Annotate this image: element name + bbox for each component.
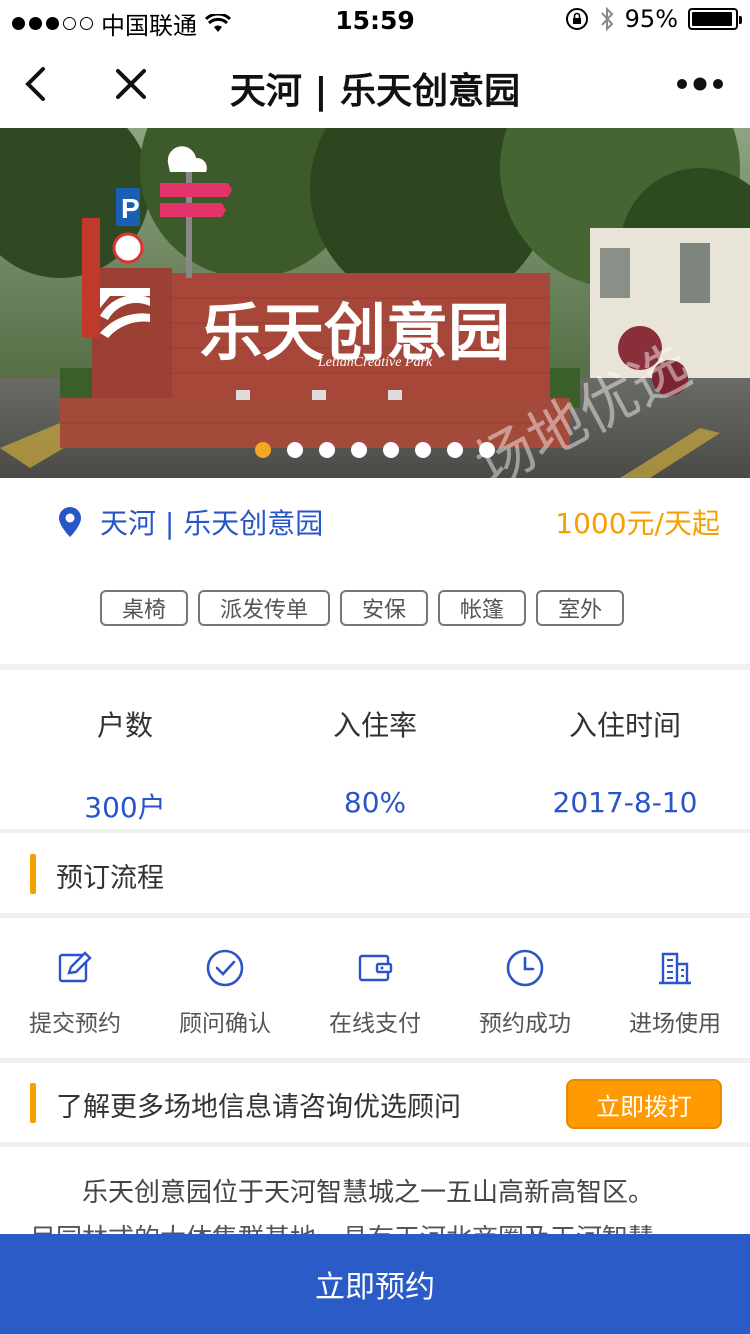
carousel-dot[interactable] <box>255 442 271 458</box>
divider <box>0 1142 750 1147</box>
divider <box>0 664 750 670</box>
stat-value: 300户 <box>84 791 166 824</box>
rotation-lock-icon <box>565 8 588 30</box>
stat-value: 2017-8-10 <box>552 786 698 819</box>
more-icon <box>677 77 723 91</box>
building-icon <box>659 952 691 985</box>
booking-step-label: 顾问确认 <box>179 1011 271 1037</box>
photo-carousel[interactable]: 乐天创意园 LetianCreative Park P 场地优选 <box>0 128 750 478</box>
stat-column: 入住时间 2017-8-10 <box>500 672 750 819</box>
sign-subtitle: LetianCreative Park <box>317 355 433 370</box>
svg-text:P: P <box>121 193 140 224</box>
booking-process-title: 预订流程 <box>56 863 164 894</box>
bluetooth-icon <box>600 6 614 32</box>
venue-tag: 派发传单 <box>198 590 331 626</box>
status-bar: 中国联通 15:59 95% <box>0 0 750 40</box>
stat-value: 80% <box>343 786 407 819</box>
status-left: 中国联通 <box>12 6 231 41</box>
section-accent-bar <box>30 1083 36 1123</box>
venue-tag: 桌椅 <box>100 590 189 626</box>
nav-bar: 天河 | 乐天创意园 <box>0 40 750 128</box>
venue-stats: 户数 300户 入住率 80% 入住时间 2017-8-10 <box>0 672 750 830</box>
booking-step-label: 提交预约 <box>29 1011 121 1037</box>
wallet-icon <box>358 954 393 982</box>
battery-fill <box>692 12 732 26</box>
carousel-dot[interactable] <box>319 442 335 458</box>
signal-strength-icon <box>12 17 93 30</box>
stat-label: 入住时间 <box>568 709 681 742</box>
carousel-dot[interactable] <box>383 442 399 458</box>
carousel-dot[interactable] <box>447 442 463 458</box>
status-right: 95% <box>565 5 742 33</box>
description-line-1: 乐天创意园位于天河智慧城之一五山高新高智区。 <box>82 1178 655 1208</box>
booking-step: 在线支付 <box>300 918 450 1038</box>
booking-step-label: 预约成功 <box>479 1011 571 1037</box>
venue-price: 1000元/天起 <box>555 507 720 540</box>
carousel-dot[interactable] <box>287 442 303 458</box>
booking-step: 顾问确认 <box>150 918 300 1038</box>
venue-tag: 帐篷 <box>438 590 527 626</box>
edit-icon <box>58 951 92 983</box>
divider <box>0 829 750 833</box>
clock-icon <box>506 949 544 987</box>
consult-row: 了解更多场地信息请咨询优选顾问 立即拨打 <box>0 1063 750 1143</box>
battery-icon <box>688 8 742 30</box>
book-now-button[interactable]: 立即预约 <box>0 1234 750 1334</box>
venue-photo: 乐天创意园 LetianCreative Park P 场地优选 <box>0 128 750 478</box>
carousel-dot[interactable] <box>479 442 495 458</box>
venue-tag: 室外 <box>536 590 625 626</box>
booking-steps: 提交预约 顾问确认 在线支付 预约成功 进场使用 <box>0 918 750 1058</box>
booking-step: 提交预约 <box>0 918 150 1038</box>
stat-label: 入住率 <box>332 709 417 742</box>
stat-label: 户数 <box>96 709 153 742</box>
booking-step: 进场使用 <box>600 918 750 1038</box>
carrier-label: 中国联通 <box>101 12 197 40</box>
check-circle-icon <box>206 949 244 987</box>
more-button[interactable] <box>670 60 730 108</box>
wifi-icon <box>205 13 231 32</box>
venue-name: 天河 | 乐天创意园 <box>100 507 324 540</box>
carousel-dot[interactable] <box>415 442 431 458</box>
location-pin-icon <box>59 507 81 537</box>
booking-step-label: 在线支付 <box>329 1011 421 1037</box>
booking-step-label: 进场使用 <box>629 1011 721 1037</box>
stat-column: 户数 300户 <box>0 672 250 826</box>
venue-info-row: 天河 | 乐天创意园 1000元/天起 <box>0 478 750 568</box>
call-now-button[interactable]: 立即拨打 <box>566 1079 722 1129</box>
consult-text: 了解更多场地信息请咨询优选顾问 <box>56 1092 461 1123</box>
venue-tag: 安保 <box>340 590 429 626</box>
venue-tags: 桌椅 派发传单 安保 帐篷 室外 <box>100 590 625 626</box>
page-title: 天河 | 乐天创意园 <box>229 71 521 112</box>
booking-process-header: 预订流程 <box>0 834 750 914</box>
booking-step: 预约成功 <box>450 918 600 1038</box>
battery-percent: 95% <box>624 5 678 33</box>
stat-column: 入住率 80% <box>250 672 500 819</box>
carousel-dot[interactable] <box>351 442 367 458</box>
carousel-pager[interactable] <box>0 442 750 458</box>
section-accent-bar <box>30 854 36 894</box>
